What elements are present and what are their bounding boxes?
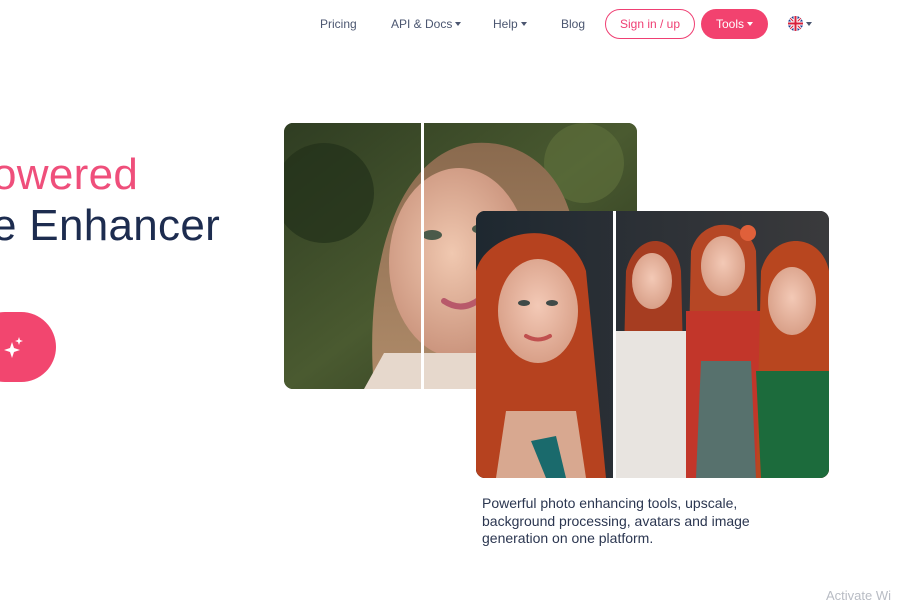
- nav-pricing-link[interactable]: Pricing: [320, 17, 357, 31]
- chevron-down-icon: [455, 22, 462, 26]
- chevron-down-icon: [747, 22, 753, 26]
- sparkles-icon: [4, 337, 23, 358]
- comparison-divider[interactable]: [421, 123, 424, 389]
- tools-label: Tools: [715, 17, 744, 31]
- hero-cta-button[interactable]: [0, 312, 56, 382]
- sign-in-button[interactable]: Sign in / up: [605, 9, 695, 39]
- nav-blog-link[interactable]: Blog: [561, 17, 585, 31]
- language-selector[interactable]: [788, 16, 818, 32]
- top-nav: Pricing API & Docs Help Blog Sign in / u…: [0, 0, 900, 48]
- nav-help-label: Help: [493, 17, 518, 31]
- nav-api-docs-label: API & Docs: [391, 17, 453, 31]
- hero-description: Powerful photo enhancing tools, upscale,…: [482, 495, 750, 546]
- nav-help-link[interactable]: Help: [493, 17, 527, 31]
- comparison-divider[interactable]: [613, 211, 616, 478]
- uk-flag-icon: [788, 16, 803, 31]
- chevron-down-icon: [520, 22, 527, 26]
- nav-api-docs-link[interactable]: API & Docs: [391, 17, 462, 31]
- activate-windows-watermark: Activate Wi: [826, 588, 892, 600]
- hero-title-line-1: owered: [0, 150, 139, 199]
- chevron-down-icon: [806, 22, 812, 26]
- before-after-image-front: [476, 211, 829, 478]
- tools-button[interactable]: Tools: [701, 9, 768, 39]
- avatars-photo: [476, 211, 829, 478]
- hero-title-line-2: e Enhancer: [0, 201, 221, 250]
